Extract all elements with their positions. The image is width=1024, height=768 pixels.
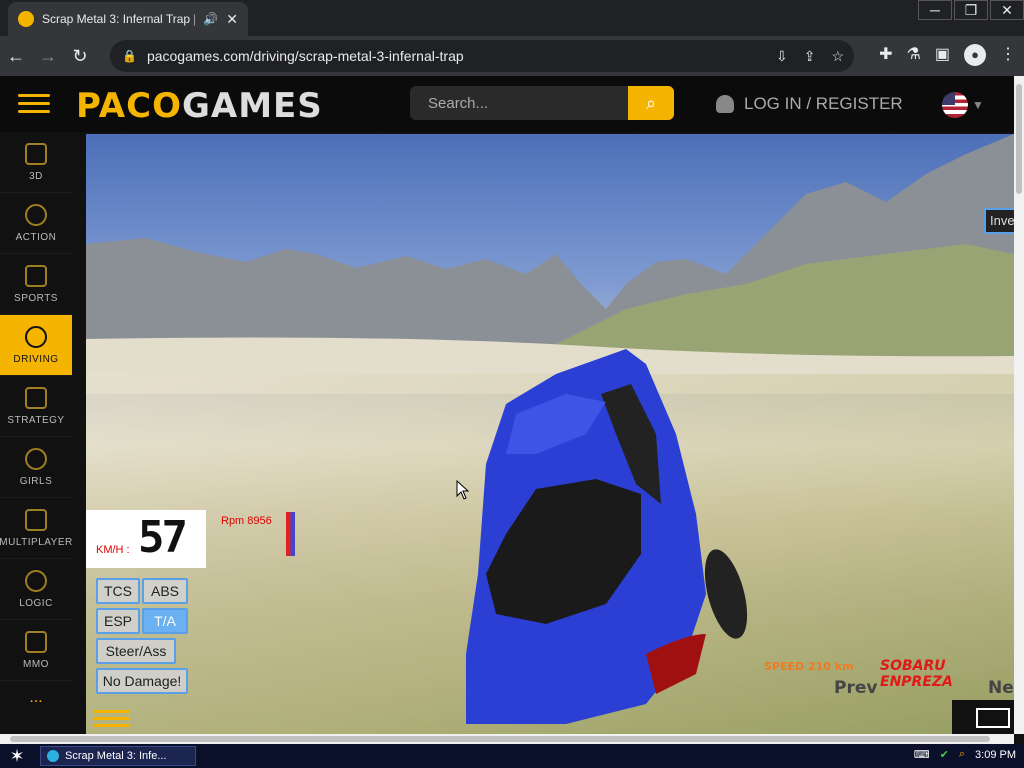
- swords-icon: [25, 630, 47, 653]
- car-stat-label: SPEED 210 km: [764, 660, 854, 673]
- dumbbell-icon: [25, 264, 47, 287]
- taskbar-item-label: Scrap Metal 3: Infe...: [65, 750, 167, 762]
- horizontal-scroll-thumb[interactable]: [10, 736, 990, 742]
- prev-car-button[interactable]: Prev: [834, 678, 877, 698]
- share-icon[interactable]: ⇪: [804, 48, 816, 65]
- sidebar-item-girls[interactable]: GIRLS: [0, 437, 72, 498]
- game-canvas[interactable]: Inve KM/H : 57 Rpm 8956 TCS ABS ESP T/A …: [86, 134, 1014, 734]
- forward-arrow-icon[interactable]: →: [32, 46, 64, 67]
- vertical-scrollbar[interactable]: [1014, 76, 1024, 734]
- clock-time[interactable]: 3:09 PM: [975, 749, 1016, 761]
- sidebar-item-driving[interactable]: DRIVING: [0, 315, 72, 376]
- login-label: LOG IN / REGISTER: [744, 94, 903, 113]
- user-icon: [716, 95, 734, 113]
- abs-button[interactable]: ABS: [142, 578, 188, 604]
- restore-button[interactable]: ❐: [954, 0, 988, 20]
- fullscreen-button[interactable]: [952, 700, 1014, 734]
- more-categories-button[interactable]: ...: [0, 681, 72, 707]
- lock-icon[interactable]: 🔒: [122, 49, 137, 63]
- pacogames-logo[interactable]: PACOGAMES: [76, 86, 323, 126]
- reload-icon[interactable]: ↻: [64, 46, 96, 67]
- next-car-button[interactable]: Ne: [988, 678, 1014, 698]
- cube-icon: [25, 142, 47, 165]
- bulb-icon: [25, 569, 47, 592]
- search-tray-icon[interactable]: ⌕: [959, 748, 965, 761]
- speaker-icon[interactable]: 🔊: [203, 12, 218, 26]
- side-panel-icon[interactable]: ▣: [935, 44, 950, 66]
- sidebar-item-action[interactable]: ACTION: [0, 193, 72, 254]
- fullscreen-icon: [976, 708, 1010, 728]
- esp-button[interactable]: ESP: [96, 608, 140, 634]
- search-box: ⌕: [410, 86, 674, 120]
- keyboard-icon[interactable]: ⌨: [914, 748, 930, 761]
- login-register-link[interactable]: LOG IN / REGISTER: [716, 94, 903, 114]
- search-icon: ⌕: [645, 93, 657, 113]
- back-arrow-icon[interactable]: ←: [0, 46, 32, 67]
- sidebar-item-logic[interactable]: LOGIC: [0, 559, 72, 620]
- taskbar-item-browser[interactable]: Scrap Metal 3: Infe...: [40, 746, 196, 766]
- player-car: [466, 349, 748, 724]
- url-text: pacogames.com/driving/scrap-metal-3-infe…: [146, 48, 464, 64]
- hamburger-menu-icon[interactable]: [18, 94, 50, 114]
- rpm-bar: [286, 512, 295, 556]
- sidebar-item-3d[interactable]: 3D: [0, 132, 72, 193]
- browser-app-icon: [47, 750, 59, 762]
- tcs-button[interactable]: TCS: [96, 578, 140, 604]
- girl-icon: [25, 447, 47, 470]
- ta-button[interactable]: T/A: [142, 608, 188, 634]
- speedometer: KM/H : 57: [86, 510, 206, 568]
- extensions-icon[interactable]: ✚: [879, 44, 892, 66]
- close-window-button[interactable]: ✕: [990, 0, 1024, 20]
- search-button[interactable]: ⌕: [628, 86, 674, 120]
- sidebar-item-multiplayer[interactable]: MULTIPLAYER: [0, 498, 72, 559]
- labs-flask-icon[interactable]: ⚗: [907, 44, 921, 66]
- crosshair-icon: [25, 203, 47, 226]
- site-header: PACOGAMES ⌕ LOG IN / REGISTER ▼: [0, 76, 1014, 132]
- system-tray: ⌨ ✔ ⌕ 3:09 PM: [914, 748, 1016, 761]
- inventory-button[interactable]: Inve: [984, 208, 1014, 234]
- install-app-icon[interactable]: ⇩: [776, 48, 788, 65]
- site-favicon-icon: [18, 11, 34, 27]
- chevron-down-icon[interactable]: ▼: [972, 98, 984, 112]
- us-flag-icon[interactable]: [942, 92, 968, 118]
- multiplayer-icon: [25, 508, 47, 531]
- category-sidebar: 3D ACTION SPORTS DRIVING STRATEGY GIRLS …: [0, 132, 72, 734]
- game-menu-icon[interactable]: [94, 710, 130, 731]
- window-controls: ─ ❐ ✕: [916, 0, 1024, 20]
- bookmark-star-icon[interactable]: ☆: [831, 48, 844, 65]
- browser-menu-icon[interactable]: ⋮: [1000, 44, 1016, 66]
- speed-value: 57: [138, 512, 188, 563]
- steer-assist-button[interactable]: Steer/Ass: [96, 638, 176, 664]
- address-bar[interactable]: 🔒 pacogames.com/driving/scrap-metal-3-in…: [110, 40, 854, 72]
- sidebar-item-mmo[interactable]: MMO: [0, 620, 72, 681]
- search-input[interactable]: [410, 86, 628, 120]
- tab-title: Scrap Metal 3: Infernal Trap | P: [42, 12, 196, 26]
- tab-close-icon[interactable]: ✕: [226, 11, 238, 28]
- start-menu-icon[interactable]: ✶: [0, 746, 34, 767]
- rpm-label: Rpm 8956: [221, 515, 272, 527]
- strategy-icon: [25, 386, 47, 409]
- sidebar-item-sports[interactable]: SPORTS: [0, 254, 72, 315]
- sidebar-item-strategy[interactable]: STRATEGY: [0, 376, 72, 437]
- stopwatch-icon: [25, 325, 47, 348]
- no-damage-button[interactable]: No Damage!: [96, 668, 188, 694]
- vertical-scroll-thumb[interactable]: [1016, 84, 1022, 194]
- speed-unit: KM/H :: [96, 544, 130, 556]
- horizontal-scrollbar[interactable]: [0, 734, 1014, 744]
- browser-tab[interactable]: Scrap Metal 3: Infernal Trap | P 🔊 ✕: [8, 2, 248, 36]
- minimize-button[interactable]: ─: [918, 0, 952, 20]
- profile-avatar[interactable]: ●: [964, 44, 986, 66]
- browser-toolbar: ← → ↻ 🔒 pacogames.com/driving/scrap-meta…: [0, 36, 1024, 76]
- mouse-cursor-icon: [456, 480, 470, 500]
- browser-tab-strip: Scrap Metal 3: Infernal Trap | P 🔊 ✕ ─ ❐…: [0, 0, 1024, 36]
- network-icon[interactable]: ✔: [940, 748, 949, 761]
- os-taskbar: ✶ Scrap Metal 3: Infe... ⌨ ✔ ⌕ 3:09 PM: [0, 744, 1024, 768]
